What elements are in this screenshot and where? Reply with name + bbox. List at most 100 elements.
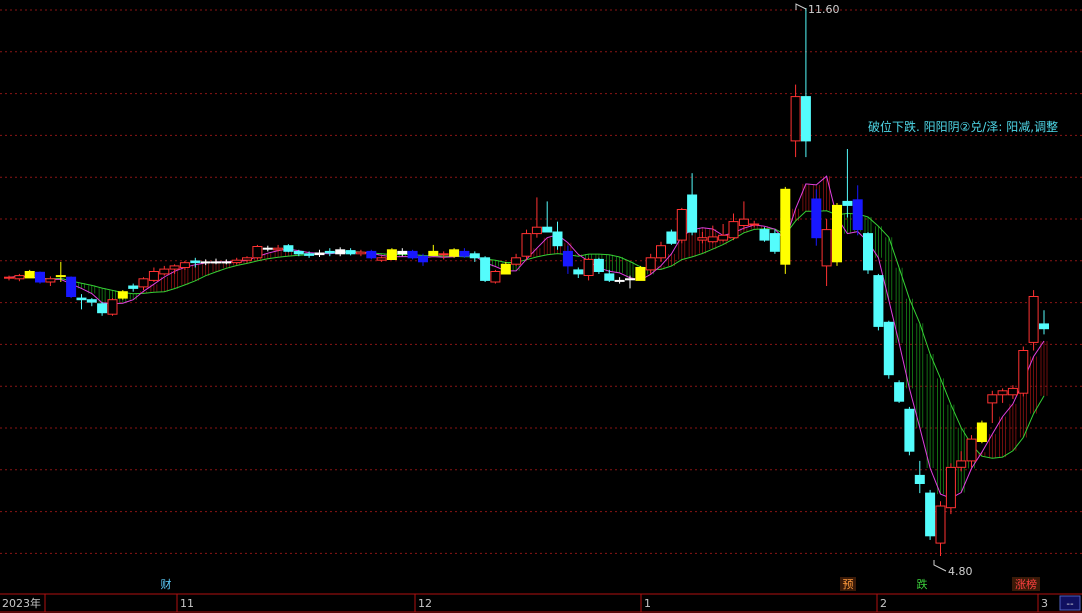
candle-body [656,245,666,259]
candle[interactable] [438,251,449,260]
candle-body [832,204,842,263]
candle[interactable] [945,463,956,515]
candle[interactable] [4,275,14,281]
candle[interactable] [107,298,118,316]
event-marker-yu[interactable]: 预 [840,577,856,591]
candle[interactable] [66,276,77,299]
candle[interactable] [552,221,563,250]
candle[interactable] [428,244,439,256]
candle[interactable] [76,294,87,310]
candle[interactable] [366,249,377,260]
candle[interactable] [759,227,770,242]
candle[interactable] [117,290,128,300]
candle-body [749,223,760,226]
candle-body [376,257,387,261]
candle[interactable] [386,248,397,261]
candle[interactable] [593,257,604,274]
candle-body [179,262,190,269]
candle[interactable] [480,256,491,282]
signal-annotation: 破位下跌. 阳阳阴②兑/泽: 阳减,调整 [868,119,1058,134]
candle[interactable] [490,269,501,284]
candle-body [86,299,97,303]
candle[interactable] [407,249,418,260]
candle[interactable] [335,247,346,257]
candle[interactable] [687,173,698,236]
candle[interactable] [935,501,946,556]
candle[interactable] [314,249,325,257]
candle[interactable] [449,248,460,258]
candle-body [438,253,449,256]
candle[interactable] [14,273,25,282]
candle[interactable] [324,248,335,257]
candle[interactable] [894,380,905,403]
candle[interactable] [583,257,594,281]
candle[interactable] [800,8,811,158]
candle[interactable] [97,302,108,316]
candle-body [614,279,625,282]
candle[interactable] [925,489,936,540]
event-marker-zhangbang[interactable]: 涨榜 [1012,577,1040,591]
candle[interactable] [459,248,470,258]
candle[interactable] [573,267,584,279]
candle[interactable] [738,201,749,230]
candle-body [1039,323,1049,330]
candle-body [55,275,66,278]
event-marker-cai-label: 财 [161,577,172,591]
candle-body [200,261,211,264]
candle[interactable] [128,283,139,292]
time-axis-label-12: 12 [418,597,432,610]
time-axis-end-button-label: -- [1066,599,1074,610]
candle[interactable] [976,420,987,444]
candle[interactable] [863,232,873,274]
candle[interactable] [666,229,677,245]
candle[interactable] [635,265,646,281]
candle[interactable] [138,277,149,291]
candle[interactable] [521,229,532,260]
candle[interactable] [728,213,739,241]
candle-body [562,250,573,267]
candle[interactable] [345,248,356,256]
candle[interactable] [656,241,666,262]
time-axis-end-button[interactable]: -- [1059,595,1081,611]
candle[interactable] [1018,346,1029,397]
candle[interactable] [832,203,842,266]
candle[interactable] [790,84,801,158]
candle[interactable] [718,224,729,242]
candle-body [169,265,180,270]
candle[interactable] [45,276,56,286]
candle[interactable] [873,273,884,331]
event-marker-cai[interactable]: 财 [161,577,172,591]
candle[interactable] [1028,290,1039,351]
candle[interactable] [842,149,853,218]
candle[interactable] [883,320,894,379]
candle[interactable] [542,201,553,233]
candle[interactable] [35,271,45,284]
candle[interactable] [24,269,35,279]
candle[interactable] [769,229,780,254]
candle[interactable] [86,298,97,307]
candle[interactable] [252,244,263,260]
candle[interactable] [821,219,832,286]
candlestick-chart[interactable]: 11.60 4.80 破位下跌. 阳阳阴②兑/泽: 阳减,调整 财 预 跌 涨榜… [0,0,1082,613]
candle[interactable] [914,460,925,494]
candle[interactable] [531,197,542,238]
candle[interactable] [676,207,687,244]
candle[interactable] [1039,310,1049,335]
candle[interactable] [355,249,366,257]
candle[interactable] [852,185,863,236]
candle[interactable] [511,253,522,266]
candle[interactable] [904,406,915,456]
candle-body [252,246,263,259]
candle-body [66,276,77,298]
candle[interactable] [987,390,998,423]
candle[interactable] [159,265,170,276]
candle[interactable] [614,277,625,284]
candle[interactable] [376,256,387,262]
candle[interactable] [780,186,791,274]
candle[interactable] [262,245,273,252]
event-marker-die[interactable]: 跌 [917,577,928,591]
candle[interactable] [283,244,294,253]
candle[interactable] [148,267,159,283]
candle[interactable] [997,388,1008,403]
candle-body [24,271,35,279]
